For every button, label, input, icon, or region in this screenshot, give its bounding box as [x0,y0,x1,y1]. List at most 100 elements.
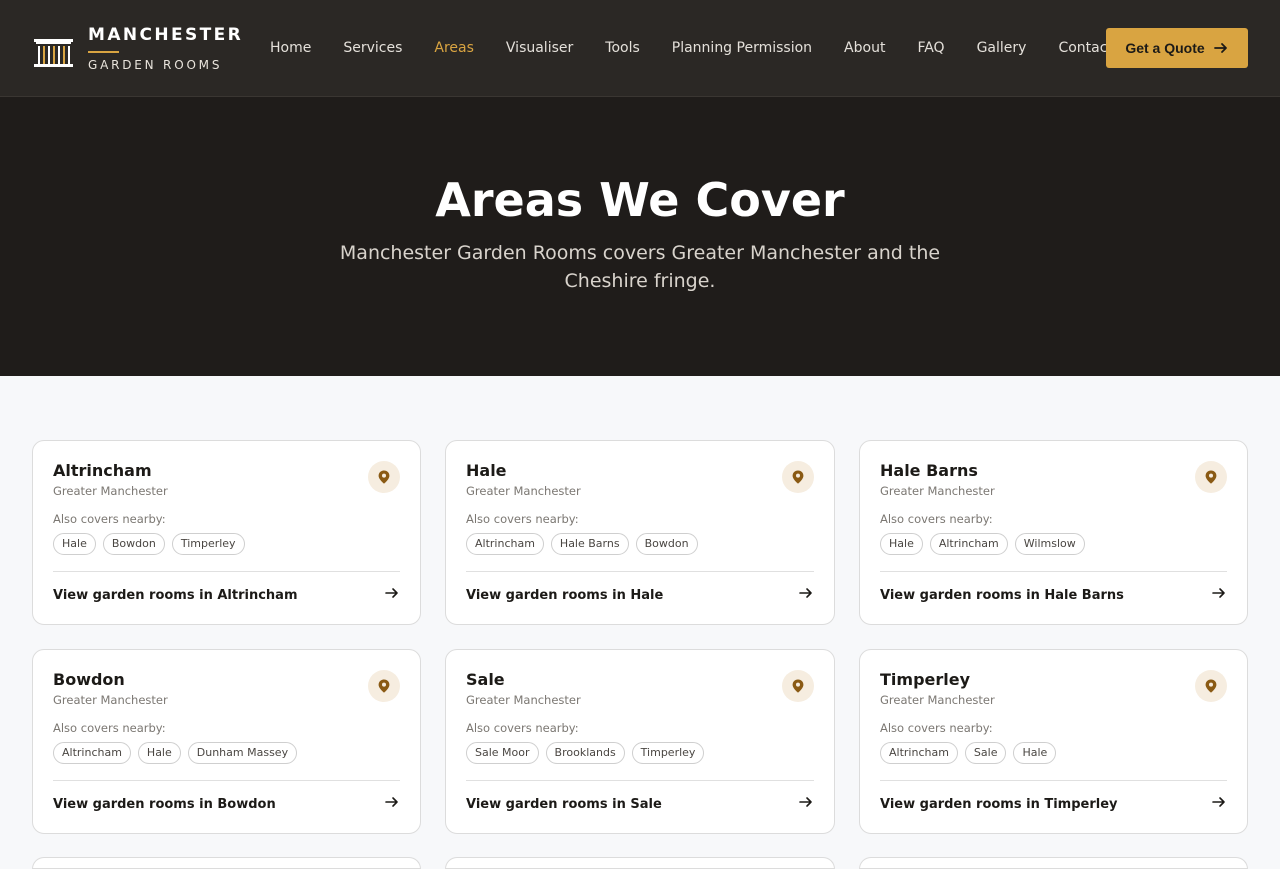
map-pin-icon [782,670,814,702]
arrow-right-icon [798,794,814,814]
arrow-right-icon [1211,794,1227,814]
view-area-link-bowdon[interactable]: View garden rooms in Bowdon [53,794,400,814]
page-title: Areas We Cover [435,173,845,227]
card-peek [859,857,1248,869]
brand-tagline: GARDEN ROOMS [88,58,223,72]
nav-item-tools[interactable]: Tools [605,39,640,57]
view-area-link-label: View garden rooms in Hale Barns [880,587,1124,603]
nearby-chip: Sale [964,742,1007,764]
nearby-chips: Sale Moor Brooklands Timperley [466,742,711,764]
nearby-chip: Brooklands [545,742,625,764]
map-pin-icon [782,461,814,493]
brand-name: MANCHESTER [88,25,244,45]
nearby-label: Also covers nearby: [53,512,166,526]
card-divider [53,780,400,781]
arrow-right-icon [798,585,814,605]
area-name: Bowdon [53,670,125,689]
nearby-chips: Altrincham Hale Barns Bowdon [466,533,705,555]
map-pin-icon [368,461,400,493]
area-region: Greater Manchester [880,693,995,707]
nearby-chip: Altrincham [466,533,544,555]
card-divider [466,780,814,781]
nav-item-about[interactable]: About [844,39,885,57]
view-area-link-hale[interactable]: View garden rooms in Hale [466,585,814,605]
nav-item-gallery[interactable]: Gallery [977,39,1027,57]
view-area-link-hale-barns[interactable]: View garden rooms in Hale Barns [880,585,1227,605]
area-region: Greater Manchester [466,484,581,498]
site-logo[interactable]: MANCHESTER GARDEN ROOMS [33,26,243,72]
card-divider [880,571,1227,572]
nav-item-planning-permission[interactable]: Planning Permission [672,39,812,57]
view-area-link-label: View garden rooms in Altrincham [53,587,298,603]
area-region: Greater Manchester [53,693,168,707]
area-card-bowdon: Bowdon Greater Manchester Also covers near… [32,649,421,834]
nearby-label: Also covers nearby: [466,721,579,735]
view-area-link-sale[interactable]: View garden rooms in Sale [466,794,814,814]
garden-room-icon [34,39,73,67]
nearby-chip: Altrincham [880,742,958,764]
nav-item-home[interactable]: Home [270,39,311,57]
areas-grid: Altrincham Greater Manchester Also covers … [32,440,1248,834]
nearby-chip: Timperley [631,742,705,764]
nearby-chip: Altrincham [929,533,1008,555]
area-name: Altrincham [53,461,152,480]
card-peek [32,857,421,869]
area-card-sale: Sale Greater Manchester Also covers nearby… [445,649,835,834]
map-pin-icon [1195,461,1227,493]
arrow-right-icon [1213,43,1227,53]
view-area-link-label: View garden rooms in Timperley [880,796,1118,812]
nearby-label: Also covers nearby: [466,512,579,526]
area-region: Greater Manchester [880,484,995,498]
page-subtitle: Manchester Garden Rooms covers Greater M… [339,242,941,292]
hero: Areas We Cover Manchester Garden Rooms c… [0,97,1280,376]
navbar: MANCHESTER GARDEN ROOMS Home Services Area… [0,0,1280,97]
brand-divider [88,51,119,53]
nav-item-services[interactable]: Services [343,39,402,57]
nearby-chips: Altrincham Sale Hale [880,742,1063,764]
nearby-chips: Hale Bowdon Timperley [53,533,252,555]
nav-item-contact[interactable]: Contact [1058,39,1112,57]
view-area-link-label: View garden rooms in Hale [466,587,664,603]
nearby-label: Also covers nearby: [53,721,166,735]
nearby-chip: Wilmslow [1014,533,1085,555]
nearby-chip: Bowdon [635,533,698,555]
arrow-right-icon [384,794,400,814]
view-area-link-altrincham[interactable]: View garden rooms in Altrincham [53,585,400,605]
nearby-chip: Hale [53,533,96,555]
nearby-chip: Timperley [171,533,245,555]
nearby-chips: Altrincham Hale Dunham Massey [53,742,304,764]
card-divider [880,780,1227,781]
nearby-chip: Hale Barns [550,533,629,555]
arrow-right-icon [384,585,400,605]
area-card-hale-barns: Hale Barns Greater Manchester Also covers … [859,440,1248,625]
arrow-right-icon [1211,585,1227,605]
area-card-timperley: Timperley Greater Manchester Also covers n… [859,649,1248,834]
area-name: Timperley [880,670,971,689]
view-area-link-timperley[interactable]: View garden rooms in Timperley [880,794,1227,814]
nearby-chip: Hale [137,742,181,764]
nav-item-areas[interactable]: Areas [434,39,474,57]
view-area-link-label: View garden rooms in Bowdon [53,796,276,812]
main-nav: Home Services Areas Visualiser Tools Planning… [270,39,1145,57]
nearby-chip: Altrincham [53,742,131,764]
area-name: Hale [466,461,507,480]
nav-item-faq[interactable]: FAQ [917,39,944,57]
nearby-chip: Bowdon [102,533,165,555]
area-name: Sale [466,670,505,689]
area-region: Greater Manchester [466,693,581,707]
nearby-chips: Hale Altrincham Wilmslow [880,533,1092,555]
card-divider [53,571,400,572]
get-a-quote-button[interactable]: Get a Quote [1106,28,1248,68]
area-card-hale: Hale Greater Manchester Also covers nearby… [445,440,835,625]
nearby-chip: Sale Moor [466,742,539,764]
view-area-link-label: View garden rooms in Sale [466,796,662,812]
map-pin-icon [368,670,400,702]
area-region: Greater Manchester [53,484,168,498]
nearby-chip: Dunham Massey [187,742,298,764]
nav-item-visualiser[interactable]: Visualiser [506,39,573,57]
card-divider [466,571,814,572]
nearby-chip: Hale [1013,742,1057,764]
card-peek [445,857,835,869]
area-name: Hale Barns [880,461,978,480]
nearby-chip: Hale [880,533,923,555]
